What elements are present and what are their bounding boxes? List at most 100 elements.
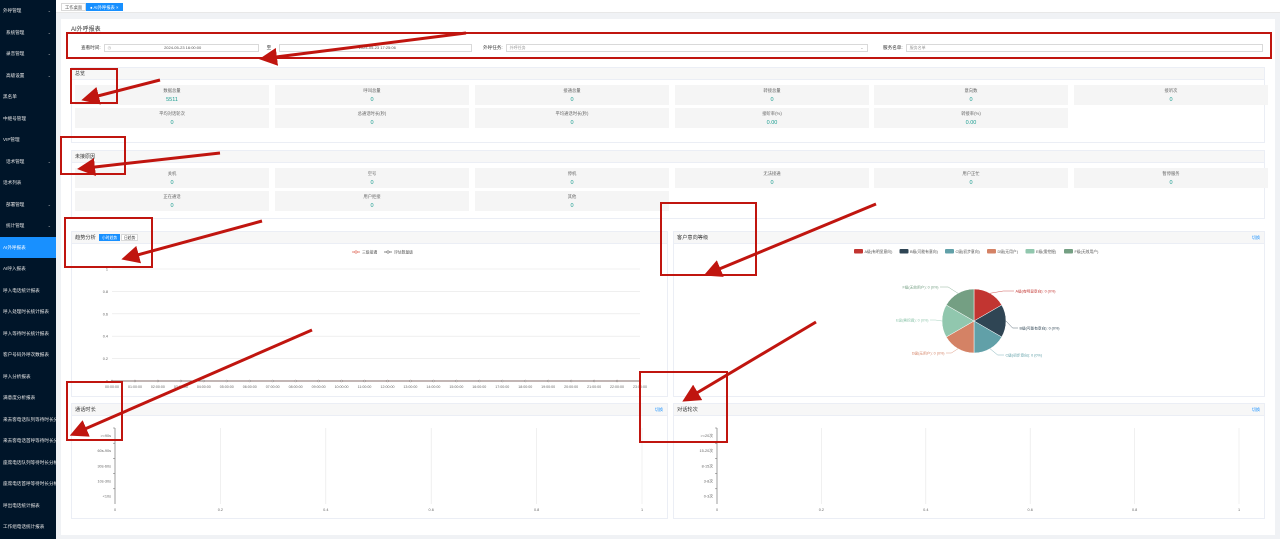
x-tick-label: 0.2 [819, 508, 824, 512]
x-tick-label: 22:00:00 [610, 385, 624, 389]
stat-value: 0 [570, 203, 574, 209]
legend-label[interactable]: E级(需挖掘) [1036, 249, 1057, 254]
tab-workspace[interactable]: 工作桌面 [61, 3, 87, 11]
legend-label[interactable]: A级(有明显意向) [865, 249, 894, 254]
pie-label: D级(无用户): 0 (0%) [912, 350, 945, 355]
stat-card: 其他 0 [475, 191, 669, 211]
sidebar-item[interactable]: 录音管理 ⌄ [0, 43, 56, 65]
sidebar-item-label: 来去客电话队列等待时长分析 [3, 416, 56, 422]
x-tick-label: 0 [716, 508, 718, 512]
grade-switch-link[interactable]: 切换 [1252, 232, 1260, 244]
trend-panel: 趋势分析 小时趋势 日趋势 0 0.2 0.4 0.6 0.8 1 00:00:00 01:0… [71, 231, 668, 397]
sidebar-item[interactable]: 工作组电话统计报表 [0, 516, 56, 538]
group-filter: 服务名单: 服务名单 [883, 43, 1263, 52]
data-point [569, 379, 573, 383]
hour-trend-button[interactable]: 小时趋势 [99, 234, 121, 241]
x-tick-label: 03:00:00 [174, 385, 188, 389]
trend-header: 趋势分析 小时趋势 日趋势 [72, 232, 667, 244]
stat-card: 转接总量 0 [675, 85, 869, 105]
sidebar-item[interactable]: 来去客电话首呼等待时长分析 [0, 430, 56, 452]
legend-label[interactable]: 三级接通 [362, 250, 377, 255]
stat-label: 接听率(%) [762, 111, 782, 116]
unanswered-title: 未接原因 [72, 151, 1264, 163]
x-tick-label: 19:00:00 [541, 385, 555, 389]
data-point [179, 379, 183, 383]
legend-label[interactable]: D级(无用户) [998, 249, 1019, 254]
sidebar-item-label: 部署管理 [6, 201, 25, 207]
sidebar-item[interactable]: AI外呼报表 [0, 236, 56, 258]
legend-label[interactable]: C级(初步意向) [956, 249, 981, 254]
duration-switch-link[interactable]: 切换 [655, 404, 663, 416]
sidebar-item[interactable]: 满意度分析报表 [0, 387, 56, 409]
x-tick-label: 11:00:00 [358, 385, 372, 389]
sidebar-item-label: VIP管理 [3, 137, 20, 142]
sidebar-item[interactable]: 来去客电话队列等待时长分析 [0, 409, 56, 431]
chevron-down-icon: ⌄ [47, 201, 51, 207]
time-end-value: 2024-05-23 17:25:06 [358, 45, 396, 50]
stat-card: 接听次 0 [1074, 85, 1268, 105]
legend-label[interactable]: B级(可能有意向) [910, 249, 939, 254]
stat-label: 其他 [567, 194, 577, 199]
sidebar-item[interactable]: 呼入处理时长统计报表 [0, 301, 56, 323]
y-tick-label: 0.4 [103, 335, 108, 339]
sidebar-item[interactable]: 系统管理 ⌄ [0, 22, 56, 44]
sidebar-item[interactable]: 中继号管理 [0, 108, 56, 130]
sidebar-item-label: 中继号管理 [3, 115, 26, 121]
pie-leader-line [1005, 320, 1018, 329]
tab-bar: 工作桌面 ● AI外呼报表 × [56, 0, 1280, 13]
clock-icon: ◷ [107, 45, 112, 50]
stat-value: 0 [170, 120, 174, 126]
data-point [409, 379, 412, 383]
sidebar-item[interactable]: 呼入分析报表 [0, 366, 56, 388]
y-tick-label: 30s-60s [97, 464, 111, 468]
sidebar-item-label: 满意度分析报表 [3, 395, 36, 400]
day-trend-button[interactable]: 日趋势 [121, 234, 139, 241]
stat-card: 无法接通 0 [675, 168, 869, 188]
x-tick-label: 21:00:00 [587, 385, 601, 389]
sidebar-item[interactable]: 外呼管理 ⌄ [0, 0, 56, 22]
task-select[interactable]: 外呼任务 ⌄ [505, 43, 868, 52]
x-tick-label: 01:00:00 [128, 385, 142, 389]
y-tick-label: 60s-90s [97, 449, 111, 453]
sidebar-item[interactable]: 话术列表 [0, 172, 56, 194]
x-tick-label: 20:00:00 [564, 385, 578, 389]
sidebar-item-label: 呼入处理时长统计报表 [3, 309, 49, 314]
x-tick-label: 0.4 [323, 508, 328, 512]
sidebar-item[interactable]: 高级设置 ⌄ [0, 65, 56, 87]
sidebar-item[interactable]: 话术管理 ⌄ [0, 151, 56, 173]
group-input[interactable]: 服务名单 [905, 43, 1263, 52]
stat-value: 0 [570, 120, 574, 126]
stat-label: 接听次 [1164, 88, 1178, 93]
main-area: 工作桌面 ● AI外呼报表 × AI外呼报表 查看时间: ◷ 2024-05-2… [56, 0, 1280, 539]
data-point [501, 379, 504, 383]
task-placeholder: 外呼任务 [509, 44, 526, 50]
content-panel: AI外呼报表 查看时间: ◷ 2024-05-23 16:00:00 至 202… [61, 19, 1275, 535]
sidebar-item[interactable]: 黑名单 [0, 86, 56, 108]
x-tick-label: 00:00:00 [105, 385, 119, 389]
legend-label[interactable]: F级(无效用户) [1075, 249, 1100, 254]
tab-ai-outbound-report[interactable]: ● AI外呼报表 × [86, 3, 123, 11]
sidebar-item[interactable]: 客户号码外呼次数报表 [0, 344, 56, 366]
stat-card: 呼叫总量 0 [275, 85, 469, 105]
x-tick-label: 17:00:00 [495, 385, 509, 389]
sidebar-item[interactable]: 呼出电话统计报表 [0, 495, 56, 517]
sidebar-item[interactable]: 座席电话首呼等待时长分析 [0, 473, 56, 495]
legend-swatch [945, 249, 954, 254]
stat-label: 用户正忙 [962, 171, 980, 176]
sidebar-item[interactable]: 统计管理 ⌄ [0, 215, 56, 237]
y-tick-label: >=90s [100, 434, 111, 438]
sidebar-item[interactable]: 呼入等待时长统计报表 [0, 323, 56, 345]
time-start-input[interactable]: ◷ 2024-05-23 16:00:00 [103, 43, 259, 52]
sidebar-item-label: 座席电话队列等待时长分析 [3, 459, 56, 465]
sidebar-item[interactable]: 座席电话队列等待时长分析 [0, 452, 56, 474]
sidebar-item[interactable]: AI呼入报表 [0, 258, 56, 280]
rounds-switch-link[interactable]: 切换 [1252, 404, 1260, 416]
y-tick-label: 3-8次 [704, 479, 713, 484]
data-point [386, 379, 389, 383]
time-end-input[interactable]: 2024-05-23 17:25:06 [279, 43, 473, 52]
chevron-down-icon: ⌄ [47, 8, 51, 13]
legend-label[interactable]: 评估数量级 [394, 250, 413, 255]
sidebar-item[interactable]: 部署管理 ⌄ [0, 194, 56, 216]
sidebar-item[interactable]: VIP管理 [0, 129, 56, 151]
sidebar-item[interactable]: 呼入电话统计报表 [0, 280, 56, 302]
